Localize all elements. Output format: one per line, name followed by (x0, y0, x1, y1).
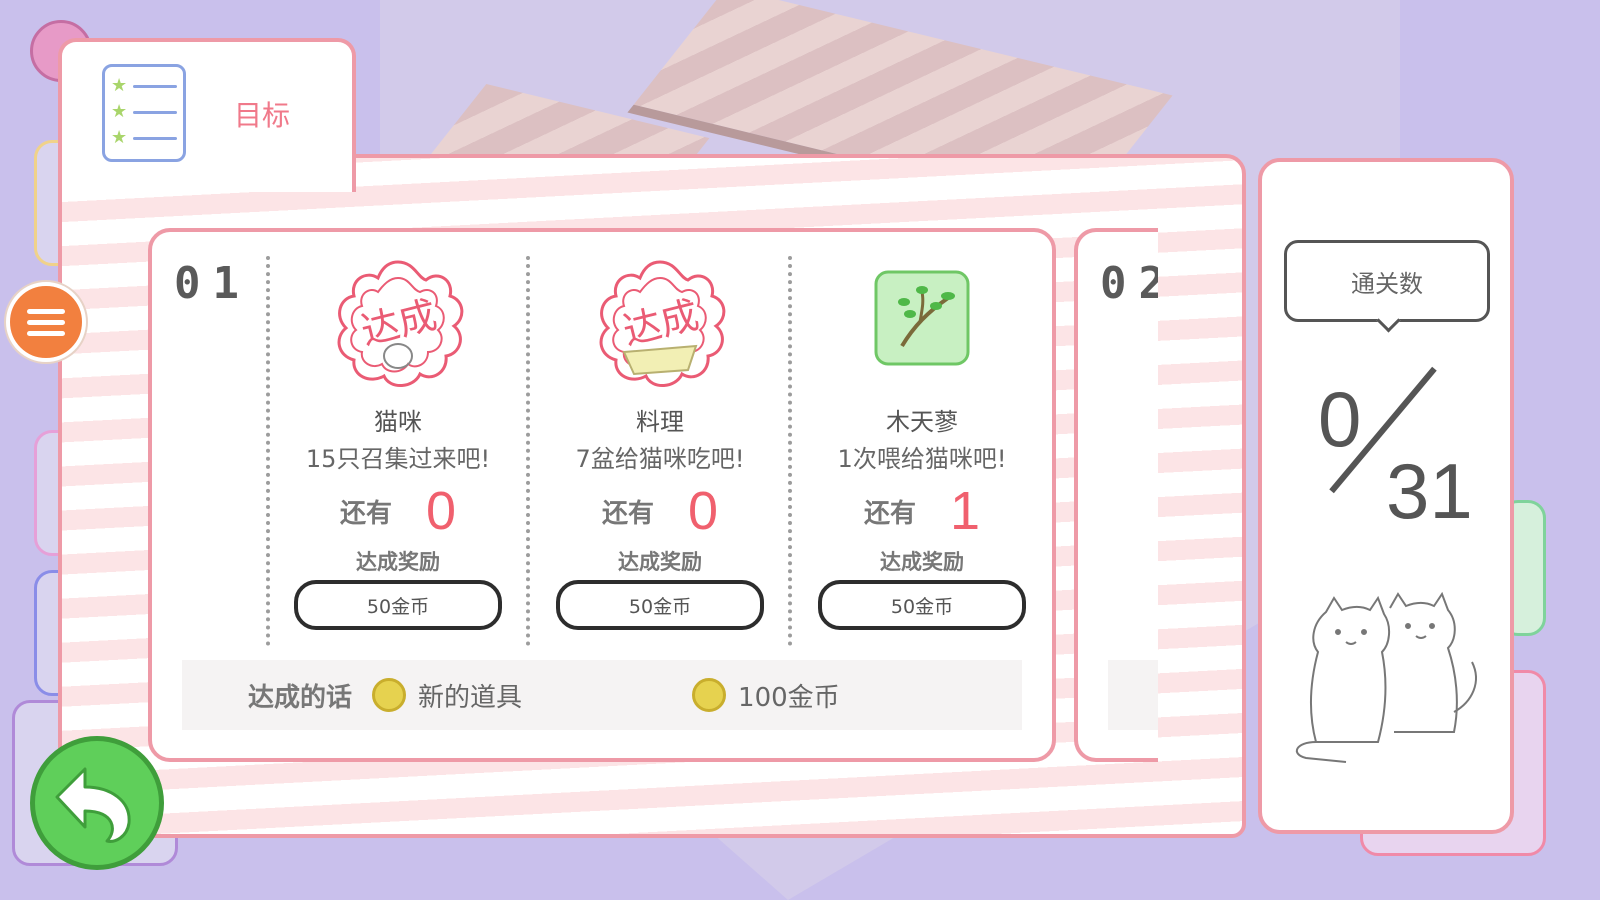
remaining-row: 还有 0 (540, 480, 780, 542)
back-arrow-icon (55, 767, 131, 843)
coin-icon (692, 678, 727, 712)
divider (266, 256, 270, 646)
remaining-count: 0 (687, 481, 719, 541)
objectives-tab[interactable]: ★ ★ ★ 目标 (58, 38, 356, 192)
goal-name: 猫咪 (374, 408, 422, 436)
goal-description: 15只召集过来吧! (305, 445, 491, 473)
bonus-label: 达成的话 (248, 682, 353, 713)
goal-cats: 达成 猫咪 15只召集过来吧! 还有 0 达成奖励 50金币 (278, 256, 518, 656)
remaining-label: 还有 (601, 498, 654, 529)
total-count: 31 (1386, 447, 1473, 535)
reward-button[interactable]: 50金币 (556, 580, 764, 630)
remaining-row: 还有 0 (278, 480, 518, 542)
reward-button[interactable]: 50金币 (294, 580, 502, 630)
cleared-stats-panel: 通关数 0 31 (1258, 158, 1514, 834)
goal-name: 料理 (636, 408, 684, 436)
remaining-label: 还有 (863, 498, 916, 529)
goal-description: 7盆给猫咪吃吧! (575, 445, 745, 473)
remaining-label: 还有 (339, 498, 392, 529)
hamburger-menu-icon[interactable] (6, 282, 86, 362)
cleared-count: 0 (1318, 375, 1362, 463)
completion-bonus (1108, 660, 1158, 730)
completion-bonus: 达成的话 新的道具 100金币 (182, 660, 1022, 730)
reward-title: 达成奖励 (618, 550, 702, 574)
back-button[interactable] (30, 736, 164, 870)
coin-icon (372, 678, 407, 712)
bonus-coins: 100金币 (738, 682, 840, 713)
cats-illustration-icon (1295, 592, 1477, 763)
goal-name: 木天蓼 (886, 408, 958, 436)
achieved-badge: 达成 (328, 256, 468, 396)
goal-food: 达成 料理 7盆给猫咪吃吧! 还有 0 达成奖励 50金币 (540, 256, 780, 656)
objectives-tab-label: 目标 (234, 99, 291, 132)
divider (788, 256, 792, 646)
reward-title: 达成奖励 (880, 550, 964, 574)
reward-title: 达成奖励 (356, 550, 440, 574)
item-badge (852, 256, 992, 396)
goal-description: 1次喂给猫咪吧! (837, 445, 1007, 473)
bonus-new-item: 新的道具 (418, 682, 523, 713)
remaining-row: 还有 1 (802, 480, 1042, 542)
achieved-badge: 达成 (590, 256, 730, 396)
objective-card-next[interactable]: 02 (1074, 228, 1158, 762)
reward-button[interactable]: 50金币 (818, 580, 1026, 630)
objective-card: 01 达成 猫咪 15只召集过来吧! 还有 0 达成奖励 50金币 达成 料理 … (148, 228, 1056, 762)
checklist-icon: ★ ★ ★ (102, 64, 186, 162)
remaining-count: 1 (949, 481, 981, 541)
goal-silvervine: 木天蓼 1次喂给猫咪吧! 还有 1 达成奖励 50金币 (802, 256, 1042, 656)
silvervine-branch-icon (874, 270, 970, 366)
divider (526, 256, 530, 646)
card-number: 01 (174, 258, 251, 309)
card-number: 02 (1100, 258, 1158, 309)
remaining-count: 0 (425, 481, 457, 541)
